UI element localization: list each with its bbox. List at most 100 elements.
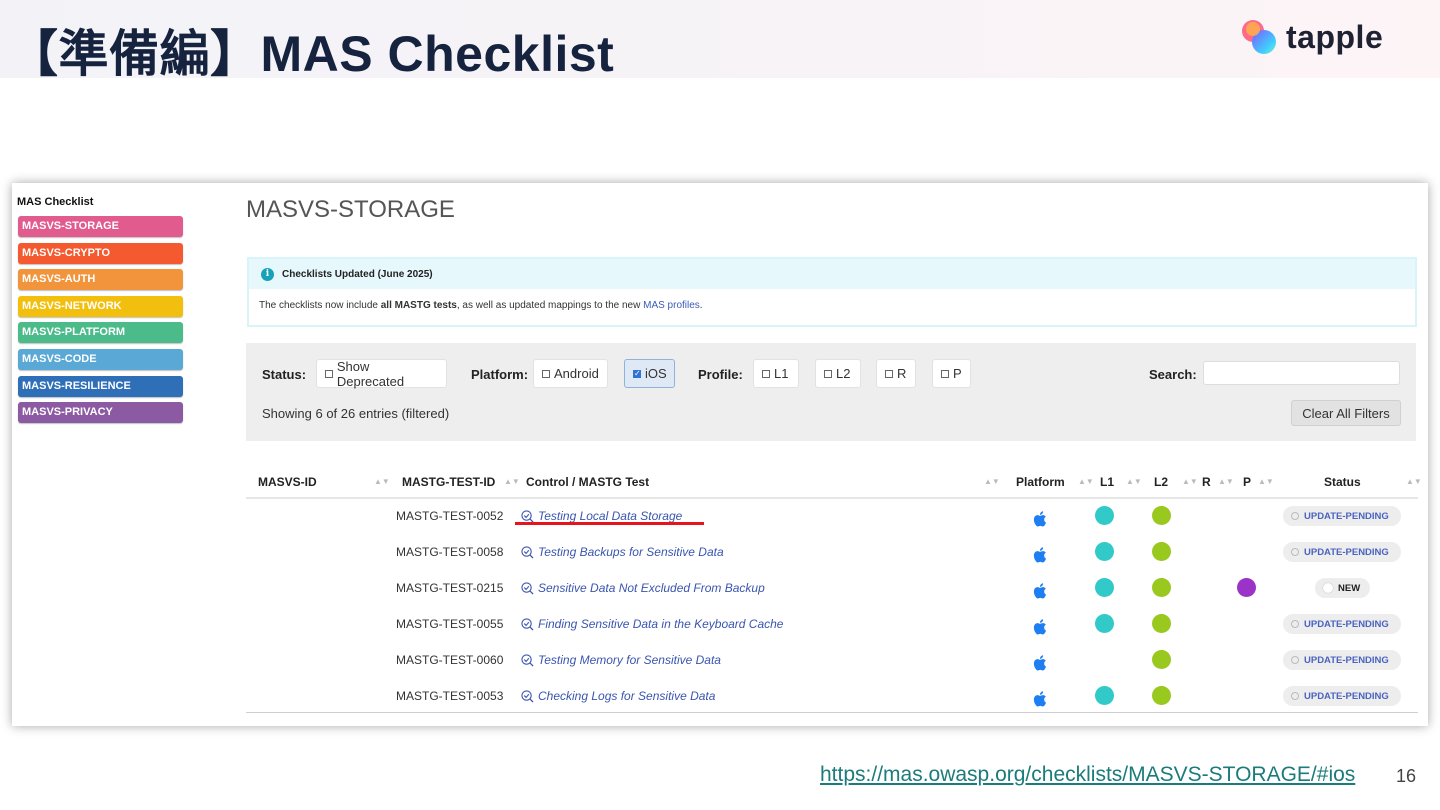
- sidebar-item-masvs-network[interactable]: MASVS-NETWORK: [18, 295, 183, 317]
- status-text: NEW: [1338, 582, 1361, 594]
- status-badge: UPDATE-PENDING: [1283, 506, 1401, 526]
- apple-icon: [1033, 655, 1046, 671]
- sort-icon[interactable]: ▲▼: [374, 477, 390, 486]
- mastg-test-id: MASTG-TEST-0215: [396, 581, 504, 595]
- highlight-underline: [515, 522, 704, 525]
- ios-filter[interactable]: ✓ iOS: [624, 359, 675, 388]
- apple-icon: [1033, 619, 1046, 635]
- slide-title: 【準備編】MAS Checklist: [8, 26, 615, 82]
- slide-header: 【準備編】MAS Checklist tapple: [0, 0, 1440, 82]
- col-r[interactable]: R: [1202, 475, 1211, 489]
- sidebar-item-masvs-storage[interactable]: MASVS-STORAGE: [18, 216, 183, 237]
- l1-indicator: [1095, 686, 1114, 705]
- col-platform[interactable]: Platform: [1016, 475, 1065, 489]
- test-link[interactable]: Checking Logs for Sensitive Data: [521, 689, 715, 703]
- ios-label: iOS: [645, 366, 667, 381]
- l2-indicator: [1152, 686, 1171, 705]
- sort-icon[interactable]: ▲▼: [1182, 477, 1198, 486]
- apple-icon: [1033, 691, 1046, 707]
- sidebar-item-masvs-crypto[interactable]: MASVS-CRYPTO: [18, 242, 183, 264]
- page-title: MASVS-STORAGE: [246, 196, 455, 223]
- col-mastg-test-id[interactable]: MASTG-TEST-ID: [402, 475, 495, 489]
- l2-indicator: [1152, 578, 1171, 597]
- magnifier-check-icon: [521, 545, 534, 559]
- update-alert: i Checklists Updated (June 2025) The che…: [247, 257, 1417, 327]
- col-p[interactable]: P: [1243, 475, 1251, 489]
- profile-l2-filter[interactable]: L2: [815, 359, 861, 388]
- test-link[interactable]: Finding Sensitive Data in the Keyboard C…: [521, 617, 783, 631]
- sort-icon[interactable]: ▲▼: [1218, 477, 1234, 486]
- checkbox-icon: [762, 369, 770, 378]
- show-deprecated-toggle[interactable]: Show Deprecated: [316, 358, 447, 389]
- p-label: P: [953, 366, 962, 381]
- sidebar-item-masvs-auth[interactable]: MASVS-AUTH: [18, 269, 183, 291]
- brand-mark-icon: [1242, 18, 1280, 56]
- table-header: MASVS-ID ▲▼ MASTG-TEST-ID ▲▼ Control / M…: [246, 465, 1422, 499]
- test-link[interactable]: Testing Local Data Storage: [521, 509, 682, 523]
- test-name: Sensitive Data Not Excluded From Backup: [538, 581, 765, 595]
- table-bottom-border: [246, 712, 1418, 713]
- sidebar-item-masvs-platform[interactable]: MASVS-PLATFORM: [18, 322, 183, 344]
- status-badge: UPDATE-PENDING: [1283, 614, 1401, 634]
- alert-header: i Checklists Updated (June 2025): [249, 259, 1415, 289]
- sort-icon[interactable]: ▲▼: [984, 477, 1000, 486]
- test-name: Testing Local Data Storage: [538, 509, 683, 523]
- test-link[interactable]: Testing Backups for Sensitive Data: [521, 545, 724, 559]
- magnifier-check-icon: [521, 617, 534, 631]
- test-link[interactable]: Testing Memory for Sensitive Data: [521, 653, 721, 667]
- col-status[interactable]: Status: [1324, 475, 1361, 489]
- col-masvs-id[interactable]: MASVS-ID: [258, 475, 317, 489]
- r-label: R: [897, 366, 907, 381]
- table-row: MASTG-TEST-0060 Testing Memory for Sensit…: [246, 643, 1418, 679]
- sort-icon[interactable]: ▲▼: [504, 477, 520, 486]
- alert-body: The checklists now include all MASTG tes…: [249, 289, 1415, 322]
- search-input[interactable]: [1203, 361, 1400, 385]
- brand-name: tapple: [1286, 18, 1384, 55]
- profile-l1-filter[interactable]: L1: [753, 359, 799, 388]
- android-filter[interactable]: Android: [533, 359, 608, 388]
- sort-icon[interactable]: ▲▼: [1258, 477, 1274, 486]
- checkbox-icon: [325, 369, 333, 378]
- profile-r-filter[interactable]: R: [876, 359, 916, 388]
- filter-bar: Status: Show Deprecated Platform: Androi…: [246, 343, 1416, 441]
- col-l2[interactable]: L2: [1154, 475, 1168, 489]
- clock-icon: [1291, 692, 1299, 700]
- test-name: Testing Backups for Sensitive Data: [538, 545, 724, 559]
- status-badge: UPDATE-PENDING: [1283, 542, 1401, 562]
- page-number: 16: [1396, 766, 1417, 786]
- sort-icon[interactable]: ▲▼: [1078, 477, 1094, 486]
- magnifier-check-icon: [521, 509, 534, 523]
- status-label: Status:: [262, 367, 307, 382]
- table-row: MASTG-TEST-0053 Checking Logs for Sensiti…: [246, 679, 1418, 715]
- table-row: MASTG-TEST-0215 Sensitive Data Not Exclud…: [246, 571, 1418, 607]
- table-row: MASTG-TEST-0055 Finding Sensitive Data in…: [246, 607, 1418, 643]
- l2-label: L2: [836, 366, 851, 381]
- status-badge: UPDATE-PENDING: [1283, 686, 1401, 706]
- sidebar-item-masvs-resilience[interactable]: MASVS-RESILIENCE: [18, 375, 183, 397]
- info-icon: i: [261, 267, 274, 281]
- profile-p-filter[interactable]: P: [932, 359, 971, 388]
- mas-profiles-link[interactable]: MAS profiles: [643, 300, 700, 311]
- sort-icon[interactable]: ▲▼: [1126, 477, 1142, 486]
- source-url-link[interactable]: https://mas.owasp.org/checklists/MASVS-S…: [820, 763, 1355, 787]
- slide: 【準備編】MAS Checklist tapple MAS Checklist …: [0, 0, 1440, 810]
- col-l1[interactable]: L1: [1100, 475, 1114, 489]
- sidebar: MAS Checklist MASVS-STORAGE MASVS-CRYPTO M…: [12, 183, 192, 726]
- clear-all-filters-button[interactable]: Clear All Filters: [1291, 400, 1401, 426]
- l1-label: L1: [774, 366, 789, 381]
- entries-count: Showing 6 of 26 entries (filtered): [262, 406, 450, 421]
- sidebar-item-masvs-code[interactable]: MASVS-CODE: [18, 348, 183, 370]
- col-control[interactable]: Control / MASTG Test: [526, 475, 649, 489]
- sidebar-item-masvs-privacy[interactable]: MASVS-PRIVACY: [18, 402, 183, 424]
- p-indicator: [1237, 578, 1256, 597]
- l2-indicator: [1152, 506, 1171, 525]
- magnifier-check-icon: [521, 689, 534, 703]
- test-link[interactable]: Sensitive Data Not Excluded From Backup: [521, 581, 765, 595]
- alert-text-prefix: The checklists now include: [259, 300, 381, 311]
- show-deprecated-label: Show Deprecated: [336, 358, 405, 389]
- sidebar-nav: MASVS-STORAGE MASVS-CRYPTO MASVS-AUTH MASVS…: [18, 216, 183, 429]
- screenshot-panel: MAS Checklist MASVS-STORAGE MASVS-CRYPTO M…: [12, 183, 1428, 726]
- sort-icon[interactable]: ▲▼: [1406, 477, 1422, 486]
- l1-indicator: [1095, 542, 1114, 561]
- status-text: UPDATE-PENDING: [1304, 690, 1389, 702]
